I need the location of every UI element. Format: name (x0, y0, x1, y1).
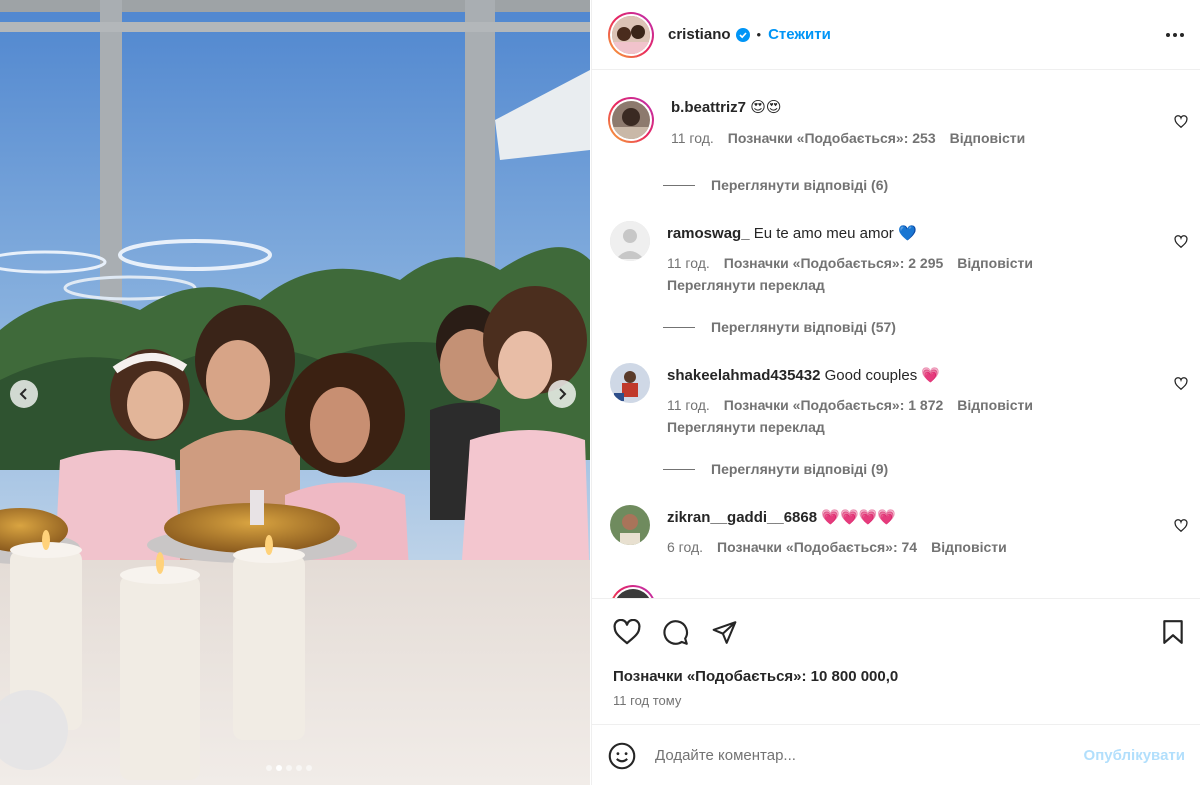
share-icon[interactable] (711, 619, 738, 645)
add-comment-bar: Опублікувати (592, 726, 1200, 785)
avatar-photo (610, 363, 650, 403)
carousel-dot (306, 765, 312, 771)
post-likes-count[interactable]: Позначки «Подобається»: 10 800 000,0 (613, 668, 898, 685)
bookmark-icon[interactable] (1161, 619, 1185, 645)
author-username[interactable]: cristiano (668, 26, 731, 43)
comment-time[interactable]: 11 год. (667, 255, 710, 271)
carousel-indicator (266, 765, 312, 771)
reply-button[interactable]: Відповісти (931, 539, 1007, 555)
carousel-next-button[interactable] (548, 380, 576, 408)
separator-dot: • (756, 27, 762, 42)
comment-likes[interactable]: Позначки «Подобається»: 253 (728, 130, 936, 146)
reply-button[interactable]: Відповісти (957, 397, 1033, 413)
commenter-avatar[interactable] (612, 101, 650, 139)
comment-emoji: 💗 (839, 509, 859, 526)
avatar-photo (612, 15, 650, 54)
comment-item: shakeelahmad435432 Good couples 💗 11 год… (608, 363, 1188, 435)
view-translation-button[interactable]: Переглянути переклад (667, 277, 1188, 293)
carousel-dot (266, 765, 272, 771)
comments-list: b.beattriz7 😍😍 11 год. Позначки «Подобає… (592, 71, 1200, 598)
reply-button[interactable]: Відповісти (950, 130, 1026, 146)
comment-username[interactable]: shakeelahmad435432 (667, 367, 820, 384)
comment-username[interactable]: b.beattriz7 (671, 99, 746, 116)
comment-likes[interactable]: Позначки «Подобається»: 1 872 (724, 397, 944, 413)
like-comment-heart-icon[interactable] (1174, 115, 1188, 129)
comment-emoji: 😍 (750, 99, 766, 116)
like-comment-heart-icon[interactable] (1174, 519, 1188, 533)
carousel-dot (276, 765, 282, 771)
avatar-photo (612, 101, 650, 139)
avatar-photo (610, 505, 650, 545)
comment-emoji: 💗 (821, 509, 840, 526)
comment-emoji: 💗 (858, 509, 878, 526)
comment-icon[interactable] (662, 619, 689, 646)
comment-likes[interactable]: Позначки «Подобається»: 74 (717, 539, 917, 555)
view-replies-label: Переглянути відповіді (6) (711, 177, 889, 193)
comment-text: Good couples (824, 367, 918, 384)
chevron-right-icon (559, 388, 567, 400)
more-options-icon[interactable] (1166, 27, 1184, 43)
comment-time[interactable]: 11 год. (671, 130, 714, 146)
comment-username[interactable]: ramoswag_ (667, 225, 750, 242)
comment-emoji: 💗 (921, 367, 941, 384)
view-replies-button[interactable]: Переглянути відповіді (57) (663, 319, 896, 335)
next-comment-avatar-ring[interactable] (610, 585, 656, 598)
comment-emoji: 💙 (897, 225, 917, 242)
heart-icon[interactable] (613, 619, 641, 645)
reply-button[interactable]: Відповісти (957, 255, 1033, 271)
default-avatar-icon (610, 221, 650, 261)
follow-button[interactable]: Стежити (768, 26, 831, 43)
view-translation-button[interactable]: Переглянути переклад (667, 419, 1188, 435)
comment-username[interactable]: zikran__gaddi__6868 (667, 509, 817, 526)
comment-emoji: 💗 (877, 509, 897, 526)
commenter-avatar[interactable] (610, 221, 650, 261)
comment-emoji: 😍 (765, 99, 782, 116)
post-photo (0, 0, 590, 785)
comment-item: zikran__gaddi__6868 💗💗💗💗 6 год. Позначки… (608, 505, 1188, 555)
like-comment-heart-icon[interactable] (1174, 235, 1188, 249)
post-actions: Позначки «Подобається»: 10 800 000,0 11 … (592, 598, 1200, 725)
comment-item: ramoswag_ Eu te amo meu amor 💙 11 год. П… (608, 221, 1188, 293)
carousel-dot (286, 765, 292, 771)
commenter-avatar[interactable] (610, 505, 650, 545)
view-replies-label: Переглянути відповіді (9) (711, 461, 889, 477)
commenter-avatar-ring[interactable] (608, 97, 654, 143)
post-sidebar: cristiano • Стежити b.beattriz7 😍� (591, 0, 1200, 785)
comment-input[interactable] (655, 747, 1084, 764)
post-time-ago[interactable]: 11 год тому (613, 693, 681, 708)
carousel-dot (296, 765, 302, 771)
commenter-avatar (614, 589, 652, 598)
author-avatar-ring[interactable] (608, 11, 654, 58)
like-comment-heart-icon[interactable] (1174, 377, 1188, 391)
view-replies-button[interactable]: Переглянути відповіді (9) (663, 461, 888, 477)
carousel-prev-button[interactable] (10, 380, 38, 408)
verified-badge-icon (735, 27, 750, 42)
family-birthday-photo (0, 0, 590, 785)
emoji-icon[interactable] (608, 742, 636, 770)
comment-time[interactable]: 11 год. (667, 397, 710, 413)
view-replies-label: Переглянути відповіді (57) (711, 319, 896, 335)
chevron-left-icon (19, 388, 27, 400)
view-replies-button[interactable]: Переглянути відповіді (6) (663, 177, 888, 193)
author-avatar[interactable] (612, 15, 650, 54)
comment-item: b.beattriz7 😍😍 11 год. Позначки «Подобає… (608, 97, 1188, 146)
commenter-avatar[interactable] (610, 363, 650, 403)
publish-button[interactable]: Опублікувати (1084, 747, 1185, 764)
comment-likes[interactable]: Позначки «Подобається»: 2 295 (724, 255, 944, 271)
comment-time[interactable]: 6 год. (667, 539, 703, 555)
comment-text: Eu te amo meu amor (753, 225, 894, 242)
post-header: cristiano • Стежити (592, 0, 1200, 70)
